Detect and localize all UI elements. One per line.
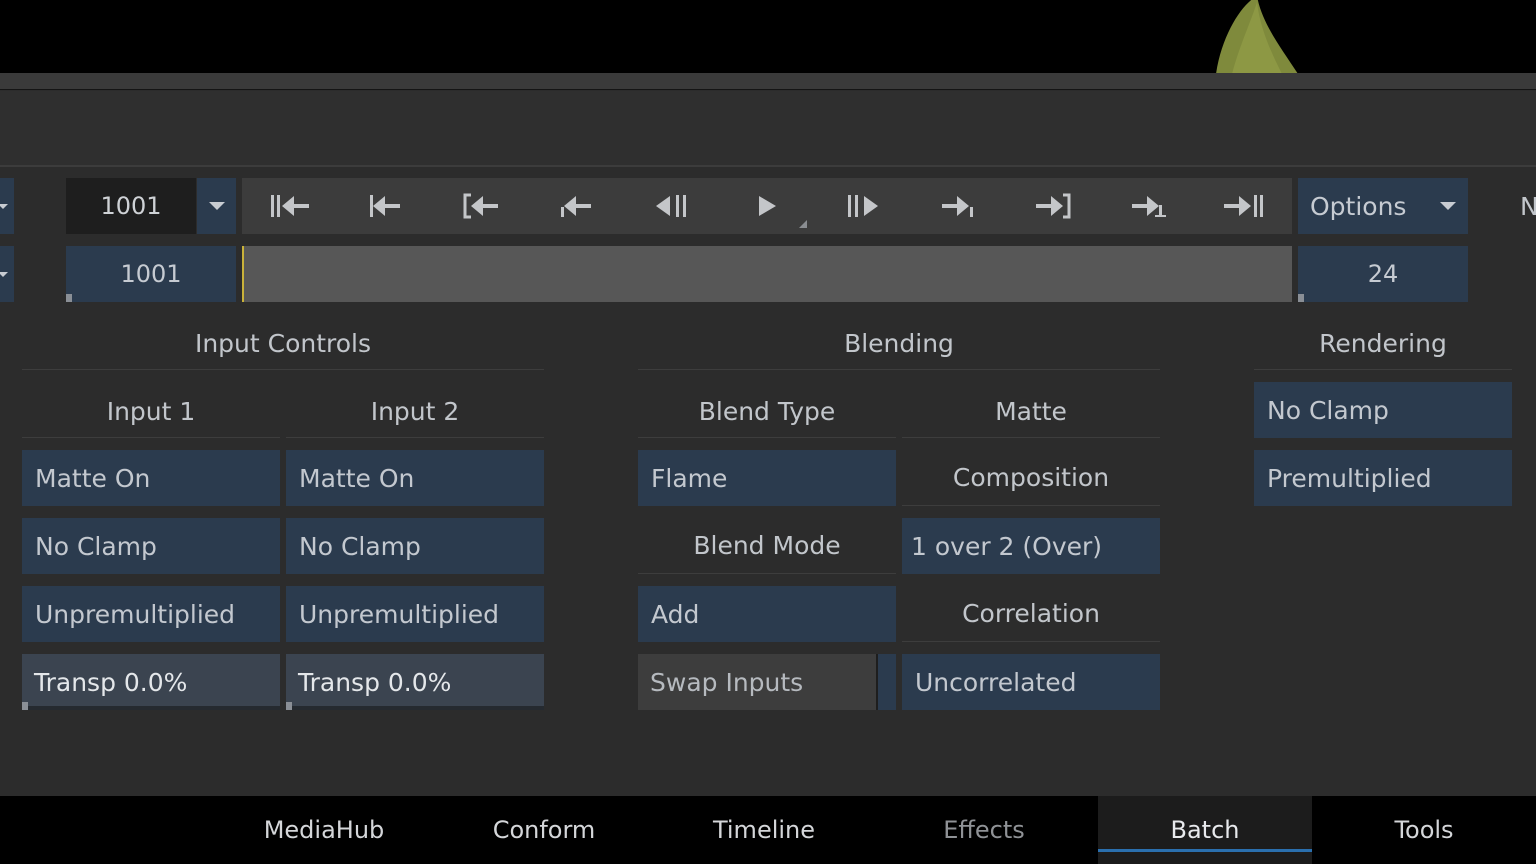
play-button[interactable] bbox=[719, 178, 814, 234]
input-controls-title: Input Controls bbox=[22, 318, 544, 370]
tab-batch[interactable]: Batch bbox=[1098, 796, 1312, 864]
slider-knob[interactable] bbox=[286, 702, 292, 710]
prev-keyframe-button[interactable] bbox=[337, 178, 432, 234]
prev-mark-icon bbox=[561, 196, 592, 217]
matte-heading: Matte bbox=[902, 386, 1160, 438]
blend-mode-label: Blend Mode bbox=[638, 518, 896, 574]
goto-in-button[interactable] bbox=[433, 178, 528, 234]
step-back-icon bbox=[655, 195, 686, 217]
playhead[interactable] bbox=[242, 246, 244, 302]
blending-title: Blending bbox=[638, 318, 1160, 370]
tab-label: Batch bbox=[1170, 816, 1240, 844]
empty-panel bbox=[0, 91, 1536, 167]
input2-clamp-button[interactable]: No Clamp bbox=[286, 518, 544, 574]
clipped-label: N bbox=[1520, 191, 1536, 221]
rendering-title: Rendering bbox=[1254, 318, 1512, 370]
input1-transparency-slider[interactable]: Transp 0.0% bbox=[22, 654, 280, 710]
leaf-image bbox=[1216, 0, 1298, 73]
left-dropdown-top[interactable] bbox=[0, 178, 14, 234]
blend-mode-button[interactable]: Add bbox=[638, 586, 896, 642]
blend-type-button[interactable]: Flame bbox=[638, 450, 896, 506]
start-frame-field[interactable]: 1001 bbox=[66, 246, 236, 302]
next-mark-icon bbox=[941, 196, 973, 217]
workspace-tabs: MediaHub Conform Timeline Effects Batch … bbox=[0, 796, 1536, 864]
input1-transparency-value: Transp 0.0% bbox=[34, 667, 188, 697]
tab-conform[interactable]: Conform bbox=[434, 796, 654, 864]
tab-timeline[interactable]: Timeline bbox=[654, 796, 874, 864]
start-frame-value: 1001 bbox=[120, 260, 182, 288]
viewer-divider[interactable] bbox=[0, 73, 1536, 90]
options-dropdown[interactable]: Options bbox=[1298, 178, 1468, 234]
chevron-down-icon bbox=[0, 203, 8, 209]
step-forward-button[interactable] bbox=[815, 178, 910, 234]
input2-premult-button[interactable]: Unpremultiplied bbox=[286, 586, 544, 642]
goto-start-button[interactable] bbox=[242, 178, 337, 234]
goto-end-icon bbox=[1224, 195, 1264, 217]
input2-matte-button[interactable]: Matte On bbox=[286, 450, 544, 506]
chevron-down-icon bbox=[208, 202, 225, 210]
goto-start-icon bbox=[270, 195, 309, 217]
goto-out-icon bbox=[1036, 193, 1071, 219]
input2-transparency-slider[interactable]: Transp 0.0% bbox=[286, 654, 544, 710]
transport-controls bbox=[242, 178, 1292, 234]
correlation-label: Correlation bbox=[902, 586, 1160, 642]
tab-label: Effects bbox=[943, 816, 1025, 844]
tab-label: Timeline bbox=[712, 816, 816, 844]
input1-heading: Input 1 bbox=[22, 386, 280, 438]
blend-type-heading: Blend Type bbox=[638, 386, 896, 438]
composition-button[interactable]: 1 over 2 (Over) bbox=[902, 518, 1160, 574]
start-frame-slider-knob bbox=[66, 294, 72, 302]
fps-slider-knob bbox=[1298, 294, 1304, 302]
next-mark-button[interactable] bbox=[910, 178, 1005, 234]
active-tab-underline bbox=[1098, 849, 1312, 852]
correlation-button[interactable]: Uncorrelated bbox=[902, 654, 1160, 710]
rendering-clamp-button[interactable]: No Clamp bbox=[1254, 382, 1512, 438]
swap-inputs-button[interactable]: Swap Inputs bbox=[638, 654, 876, 710]
tab-mediahub[interactable]: MediaHub bbox=[214, 796, 434, 864]
goto-in-icon bbox=[463, 193, 498, 219]
next-keyframe-icon bbox=[1131, 196, 1166, 217]
input1-clamp-button[interactable]: No Clamp bbox=[22, 518, 280, 574]
tab-tools[interactable]: Tools bbox=[1314, 796, 1534, 864]
chevron-down-icon bbox=[1440, 202, 1456, 210]
tab-label: Tools bbox=[1394, 816, 1454, 844]
composition-label: Composition bbox=[902, 450, 1160, 506]
input1-matte-button[interactable]: Matte On bbox=[22, 450, 280, 506]
step-back-button[interactable] bbox=[624, 178, 719, 234]
corner-indicator-icon bbox=[798, 220, 807, 228]
play-icon bbox=[758, 196, 776, 216]
step-forward-icon bbox=[848, 195, 879, 217]
timeline-scrubber[interactable] bbox=[244, 246, 1292, 302]
tab-label: MediaHub bbox=[263, 816, 385, 844]
rendering-premult-button[interactable]: Premultiplied bbox=[1254, 450, 1512, 506]
tab-effects[interactable]: Effects bbox=[874, 796, 1094, 864]
input2-heading: Input 2 bbox=[286, 386, 544, 438]
goto-out-button[interactable] bbox=[1006, 178, 1101, 234]
leaf-edge-image bbox=[1518, 44, 1536, 73]
slider-track bbox=[286, 706, 544, 710]
viewer[interactable] bbox=[0, 0, 1536, 73]
swap-inputs-indicator[interactable] bbox=[876, 654, 896, 710]
input1-premult-button[interactable]: Unpremultiplied bbox=[22, 586, 280, 642]
frame-dropdown-button[interactable] bbox=[197, 178, 236, 234]
tab-label: Conform bbox=[492, 816, 596, 844]
slider-knob[interactable] bbox=[22, 702, 28, 710]
goto-end-button[interactable] bbox=[1197, 178, 1292, 234]
prev-keyframe-icon bbox=[370, 195, 401, 217]
input2-transparency-value: Transp 0.0% bbox=[298, 667, 452, 697]
prev-mark-button[interactable] bbox=[528, 178, 623, 234]
fps-field[interactable]: 24 bbox=[1298, 246, 1468, 302]
chevron-down-icon bbox=[0, 271, 8, 277]
options-label: Options bbox=[1310, 191, 1407, 221]
slider-track bbox=[22, 706, 280, 710]
current-frame-field[interactable]: 1001 bbox=[66, 178, 196, 234]
next-keyframe-button[interactable] bbox=[1101, 178, 1196, 234]
fps-value: 24 bbox=[1367, 260, 1399, 288]
left-dropdown-bottom[interactable] bbox=[0, 246, 14, 302]
